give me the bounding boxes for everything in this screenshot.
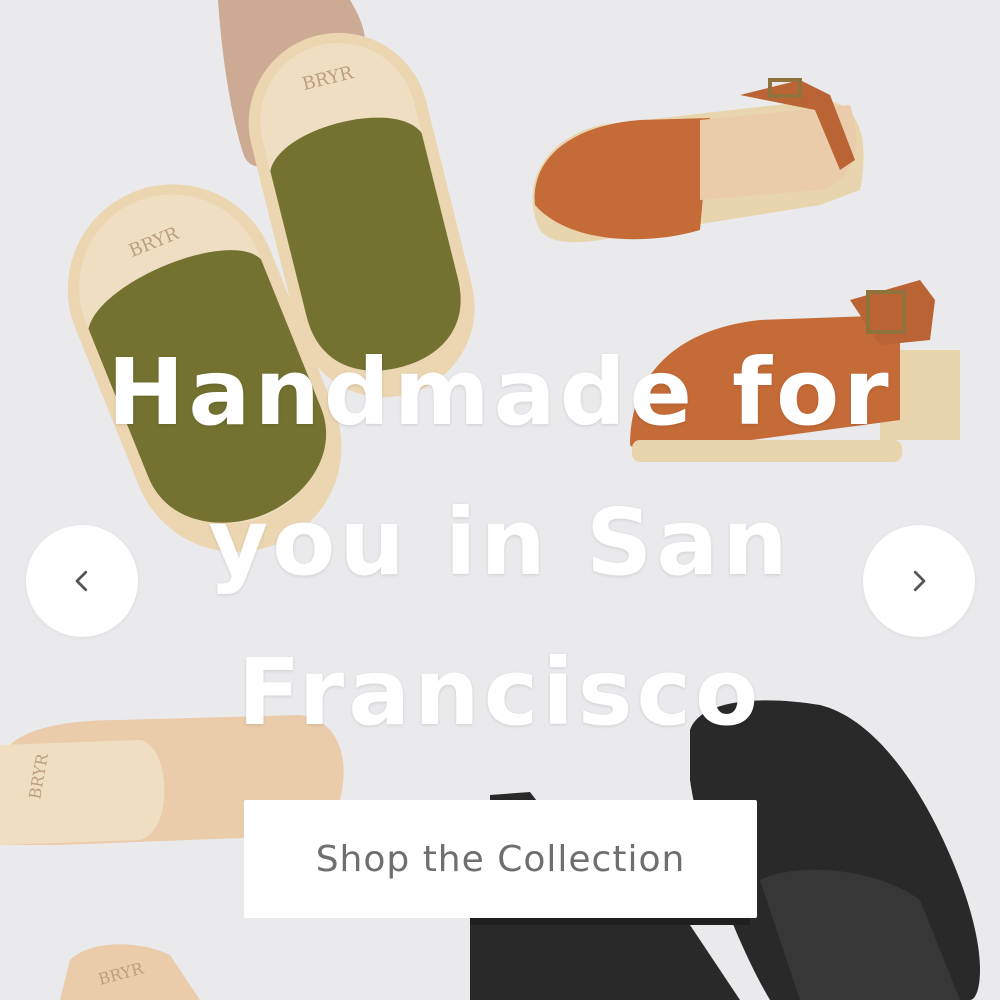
chevron-right-icon	[913, 570, 926, 592]
carousel-next-button[interactable]	[863, 525, 975, 637]
hero-banner: BRYR BRYR BRYR BRYR Handmade for you in …	[0, 0, 1000, 1000]
shop-collection-button[interactable]: Shop the Collection	[244, 800, 757, 918]
hero-headline: Handmade for you in San Francisco	[107, 339, 893, 746]
carousel-prev-button[interactable]	[26, 525, 138, 637]
chevron-left-icon	[75, 570, 88, 592]
